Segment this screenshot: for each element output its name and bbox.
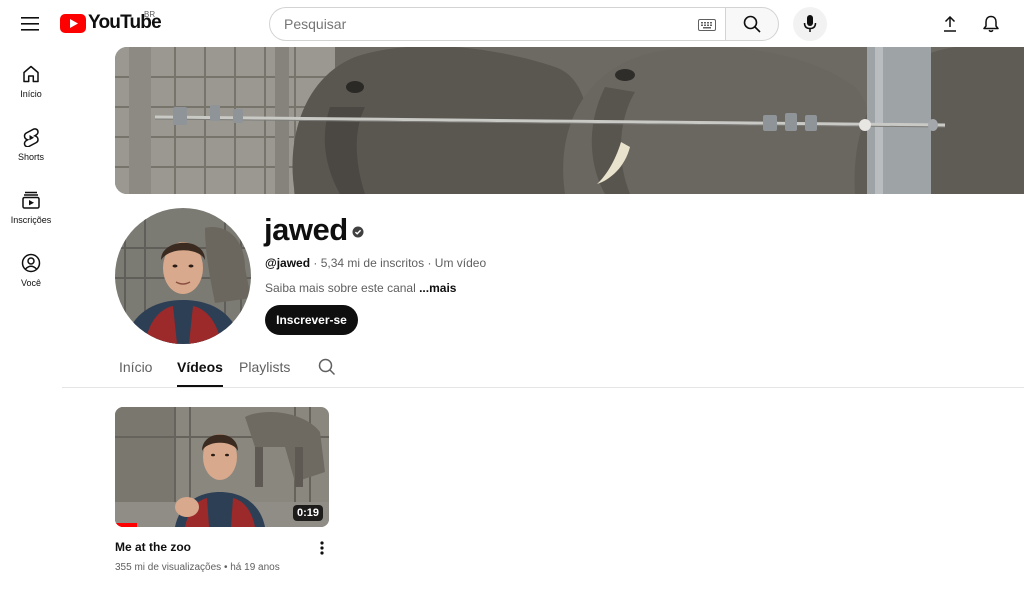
channel-meta: @jawed · 5,34 mi de inscritos · Um vídeo [265,256,486,270]
hamburger-icon [21,17,39,31]
subscriptions-icon [22,191,40,209]
notifications-button[interactable] [977,10,1005,38]
subscribe-button[interactable]: Inscrever-se [265,305,358,335]
sidebar-item-shorts[interactable]: Shorts [0,127,62,183]
menu-button[interactable] [14,8,46,40]
about-text: Saiba mais sobre este canal [265,281,420,295]
meta-separator: • [221,562,231,573]
more-vert-icon [320,541,324,555]
video-title[interactable]: Me at the zoo [115,540,191,554]
channel-handle: @jawed [265,256,311,270]
sidebar-item-home[interactable]: Início [0,64,62,120]
home-icon [23,65,39,83]
tab-home[interactable]: Início [119,359,152,387]
search-button[interactable] [725,7,779,41]
sidebar-item-subscriptions[interactable]: Inscrições [0,190,62,246]
sidebar-item-label: Início [20,89,42,99]
search-input[interactable] [284,16,684,32]
search-box [269,7,726,41]
shorts-icon [23,128,39,147]
sidebar-item-label: Você [20,278,42,288]
search-icon [743,15,761,33]
top-bar: YouTube BR [0,0,1024,48]
channel-search-icon[interactable] [318,358,336,376]
video-age: há 19 anos [230,562,280,573]
tab-videos[interactable]: Vídeos [177,359,223,387]
video-meta: 355 mi de visualizações • há 19 anos [115,562,280,573]
channel-banner [115,47,1024,194]
verified-badge-icon [352,226,364,238]
region-code: BR [144,10,156,19]
channel-name: jawed [264,212,348,247]
microphone-icon [803,15,817,32]
meta-separator: · [310,256,321,270]
video-options-button[interactable] [312,538,332,558]
voice-search-button[interactable] [793,7,827,41]
sidebar-item-label: Inscrições [10,215,52,225]
tab-playlists[interactable]: Playlists [239,359,290,387]
video-thumbnail[interactable]: 0:19 [115,407,329,527]
you-icon [21,253,41,273]
sidebar-item-you[interactable]: Você [0,253,62,309]
bell-icon [983,15,999,33]
channel-about-link[interactable]: Saiba mais sobre este canal ...mais [265,281,456,295]
meta-separator: · [424,256,435,270]
video-views: 355 mi de visualizações [115,562,222,573]
upload-button[interactable] [936,10,964,38]
about-more-link[interactable]: ...mais [419,281,456,295]
channel-tabs: Início Vídeos Playlists [62,348,1024,388]
keyboard-icon[interactable] [698,19,716,31]
video-count: Um vídeo [434,256,487,270]
subscriber-count: 5,34 mi de inscritos [320,256,425,270]
upload-icon [944,16,956,32]
channel-avatar[interactable] [115,208,251,344]
youtube-play-icon [60,13,86,33]
video-duration: 0:19 [292,505,323,521]
sidebar-item-label: Shorts [17,152,44,162]
